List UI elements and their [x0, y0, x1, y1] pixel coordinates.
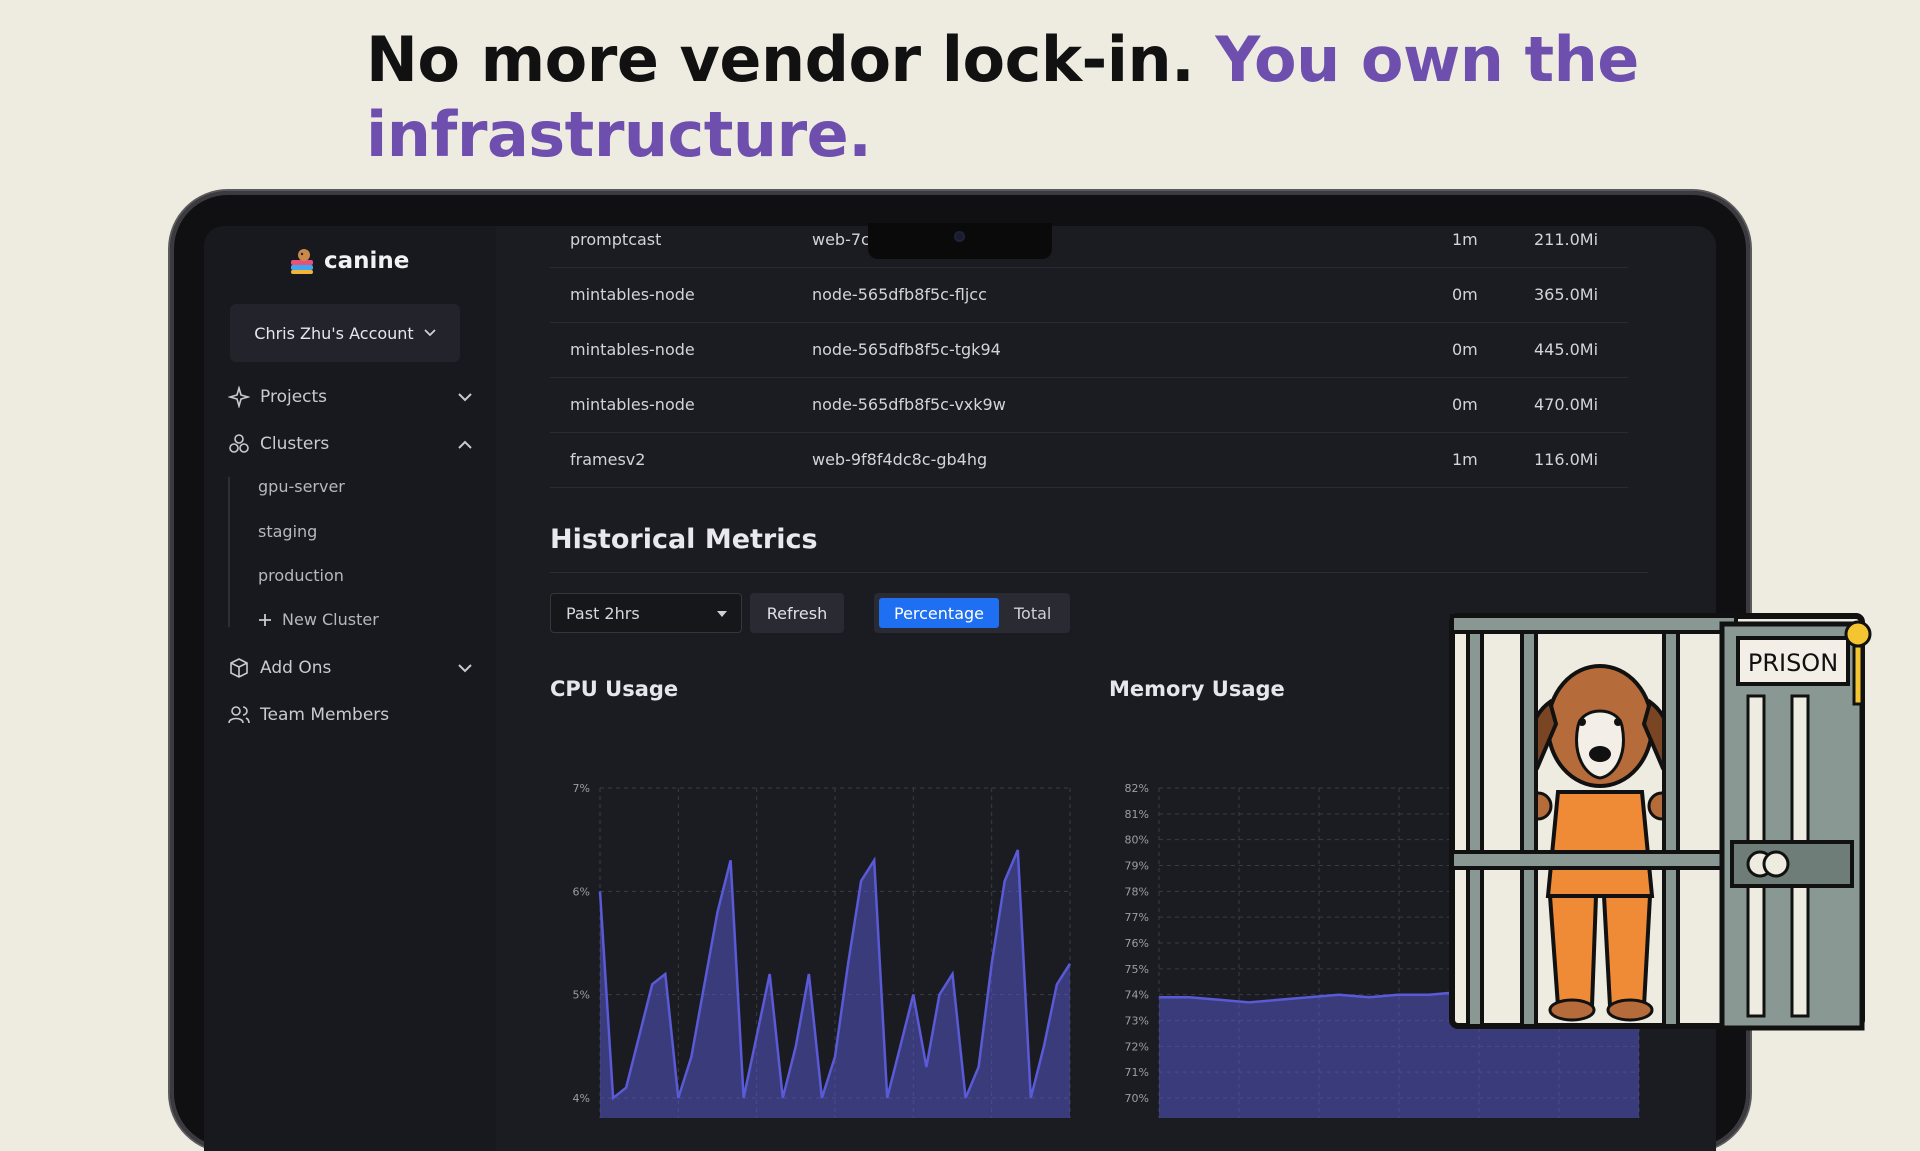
users-icon — [228, 704, 250, 726]
camera-notch — [868, 223, 1052, 259]
chevron-down-icon — [424, 329, 436, 337]
caret-down-icon — [717, 611, 727, 617]
sidebar: canine Chris Zhu's Account Projects Clus… — [204, 226, 497, 1151]
sidebar-item-add-ons[interactable]: Add Ons — [228, 653, 472, 683]
cluster-item-staging[interactable]: staging — [258, 522, 317, 541]
y-tick-label: 70% — [1125, 1092, 1149, 1105]
cluster-item-gpu-server[interactable]: gpu-server — [258, 477, 345, 496]
pod-cpu: 0m — [1452, 285, 1478, 304]
mode-total-button[interactable]: Total — [1014, 604, 1051, 623]
account-name: Chris Zhu's Account — [254, 324, 413, 343]
y-tick-label: 82% — [1125, 782, 1149, 795]
y-tick-label: 81% — [1125, 808, 1149, 821]
sidebar-item-label: Add Ons — [260, 658, 331, 678]
y-tick-label: 75% — [1125, 963, 1149, 976]
sparkle-icon — [228, 386, 250, 408]
pod-cpu: 0m — [1452, 395, 1478, 414]
y-tick-label: 78% — [1125, 885, 1149, 898]
pod-app: promptcast — [570, 230, 661, 249]
mode-percentage-button[interactable]: Percentage — [879, 598, 999, 628]
sidebar-item-label: Team Members — [260, 705, 389, 725]
pod-app: framesv2 — [570, 450, 645, 469]
y-tick-label: 73% — [1125, 1015, 1149, 1028]
pod-name: node-565dfb8f5c-vxk9w — [812, 395, 1006, 414]
y-tick-label: 79% — [1125, 860, 1149, 873]
headline: No more vendor lock-in. You own the infr… — [366, 22, 1666, 172]
pod-name: node-565dfb8f5c-fljcc — [812, 285, 987, 304]
y-tick-label: 74% — [1125, 989, 1149, 1002]
pod-cpu: 1m — [1452, 450, 1478, 469]
table-row[interactable]: promptcast web-7c 1m 211.0Mi — [550, 226, 1628, 268]
sidebar-item-clusters[interactable]: Clusters — [228, 429, 472, 459]
chevron-up-icon — [458, 440, 472, 449]
table-row[interactable]: framesv2 web-9f8f4dc8c-gb4hg 1m 116.0Mi — [550, 432, 1628, 488]
brand-name: canine — [324, 248, 409, 274]
plus-icon — [258, 613, 272, 627]
chevron-down-icon — [458, 393, 472, 402]
pod-name: web-7c — [812, 230, 870, 249]
new-cluster-label: New Cluster — [282, 610, 379, 629]
sidebar-item-team-members[interactable]: Team Members — [228, 700, 472, 730]
y-tick-label: 6% — [573, 885, 590, 898]
pod-name: web-9f8f4dc8c-gb4hg — [812, 450, 987, 469]
y-tick-label: 71% — [1125, 1066, 1149, 1079]
cpu-usage-chart: 7%6%5%4% — [550, 756, 1070, 1086]
pod-cpu: 1m — [1452, 230, 1478, 249]
cluster-list-rail — [228, 477, 230, 627]
metric-mode-toggle: Percentage Total — [874, 593, 1070, 633]
new-cluster-button[interactable]: New Cluster — [258, 610, 379, 629]
section-title: Historical Metrics — [550, 524, 818, 555]
y-tick-label: 77% — [1125, 911, 1149, 924]
pod-memory: 211.0Mi — [1534, 230, 1598, 249]
pod-name: node-565dfb8f5c-tgk94 — [812, 340, 1001, 359]
cubes-icon — [228, 433, 250, 455]
table-row[interactable]: mintables-node node-565dfb8f5c-fljcc 0m … — [550, 267, 1628, 323]
memory-chart-title: Memory Usage — [1109, 677, 1285, 701]
camera-icon — [954, 231, 965, 242]
refresh-button[interactable]: Refresh — [750, 593, 844, 633]
brand[interactable]: canine — [288, 246, 409, 276]
pod-memory: 116.0Mi — [1534, 450, 1598, 469]
time-range-value: Past 2hrs — [566, 604, 640, 623]
cluster-item-production[interactable]: production — [258, 566, 344, 585]
pod-memory: 445.0Mi — [1534, 340, 1598, 359]
chevron-down-icon — [458, 664, 472, 673]
canine-logo-icon — [288, 246, 318, 276]
sidebar-item-projects[interactable]: Projects — [228, 382, 472, 412]
y-tick-label: 7% — [573, 782, 590, 795]
pod-app: mintables-node — [570, 395, 695, 414]
prison-sign: PRISON — [1748, 649, 1838, 677]
y-tick-label: 80% — [1125, 834, 1149, 847]
pod-app: mintables-node — [570, 285, 695, 304]
pod-memory: 470.0Mi — [1534, 395, 1598, 414]
series-area — [600, 850, 1070, 1118]
table-row[interactable]: mintables-node node-565dfb8f5c-vxk9w 0m … — [550, 377, 1628, 433]
section-divider — [550, 572, 1648, 573]
time-range-select[interactable]: Past 2hrs — [550, 593, 742, 633]
y-tick-label: 72% — [1125, 1040, 1149, 1053]
sidebar-item-label: Clusters — [260, 434, 329, 454]
y-tick-label: 4% — [573, 1092, 590, 1105]
pod-memory: 365.0Mi — [1534, 285, 1598, 304]
account-switcher[interactable]: Chris Zhu's Account — [230, 304, 460, 362]
y-tick-label: 5% — [573, 989, 590, 1002]
table-row[interactable]: mintables-node node-565dfb8f5c-tgk94 0m … — [550, 322, 1628, 378]
pod-app: mintables-node — [570, 340, 695, 359]
headline-text: No more vendor lock-in. — [366, 23, 1194, 96]
package-icon — [228, 657, 250, 679]
cpu-chart-title: CPU Usage — [550, 677, 678, 701]
cell-door: PRISON — [1722, 622, 1870, 1028]
y-tick-label: 76% — [1125, 937, 1149, 950]
prison-dog-illustration: PRISON — [1446, 606, 1884, 1040]
pod-cpu: 0m — [1452, 340, 1478, 359]
sidebar-item-label: Projects — [260, 387, 327, 407]
